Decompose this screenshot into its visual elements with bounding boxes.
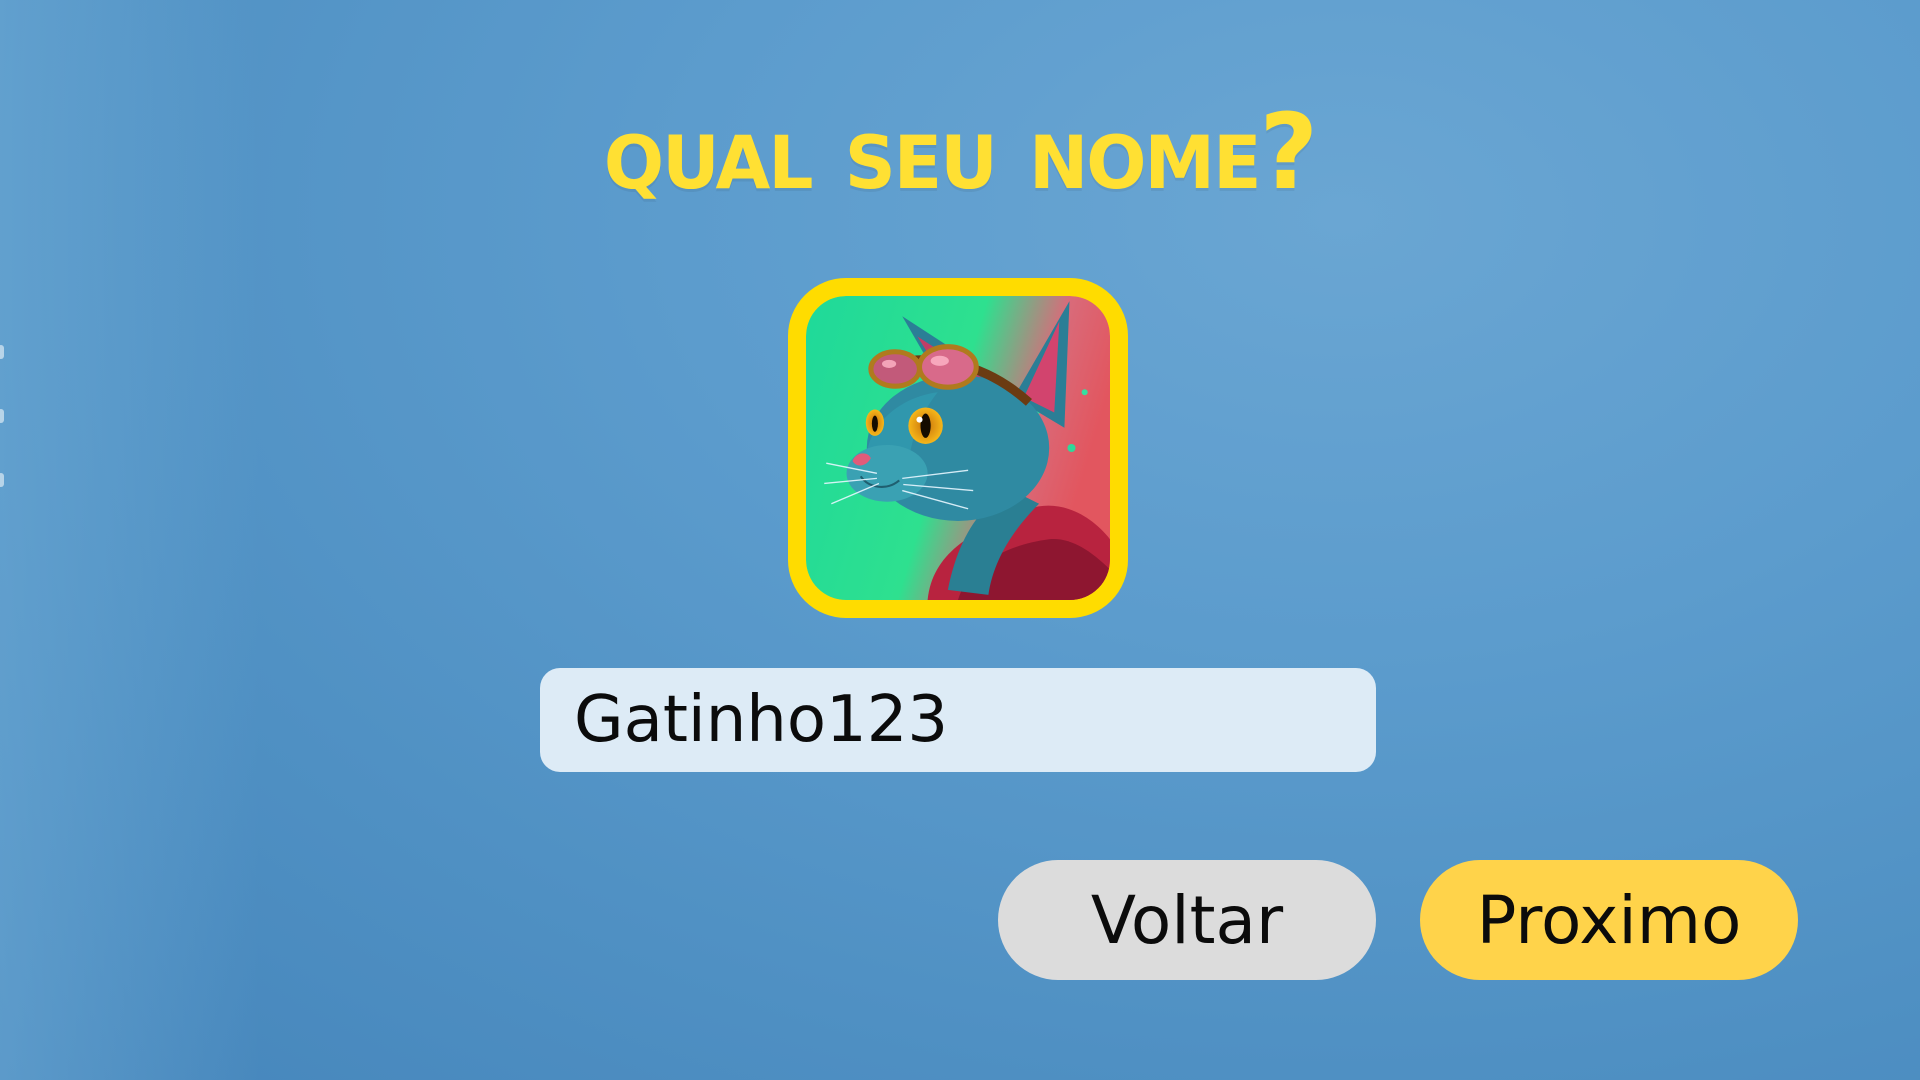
cat-avatar-icon [806,296,1110,600]
edge-dot [0,409,4,423]
page-title: Qual seu nome? [603,91,1318,213]
cat-avatar[interactable] [788,278,1128,618]
edge-dot [0,345,4,359]
edge-indicator [0,345,4,487]
edge-dot [0,473,4,487]
name-input[interactable] [540,668,1376,772]
next-button[interactable]: Proximo [1420,860,1798,980]
back-button[interactable]: Voltar [998,860,1376,980]
